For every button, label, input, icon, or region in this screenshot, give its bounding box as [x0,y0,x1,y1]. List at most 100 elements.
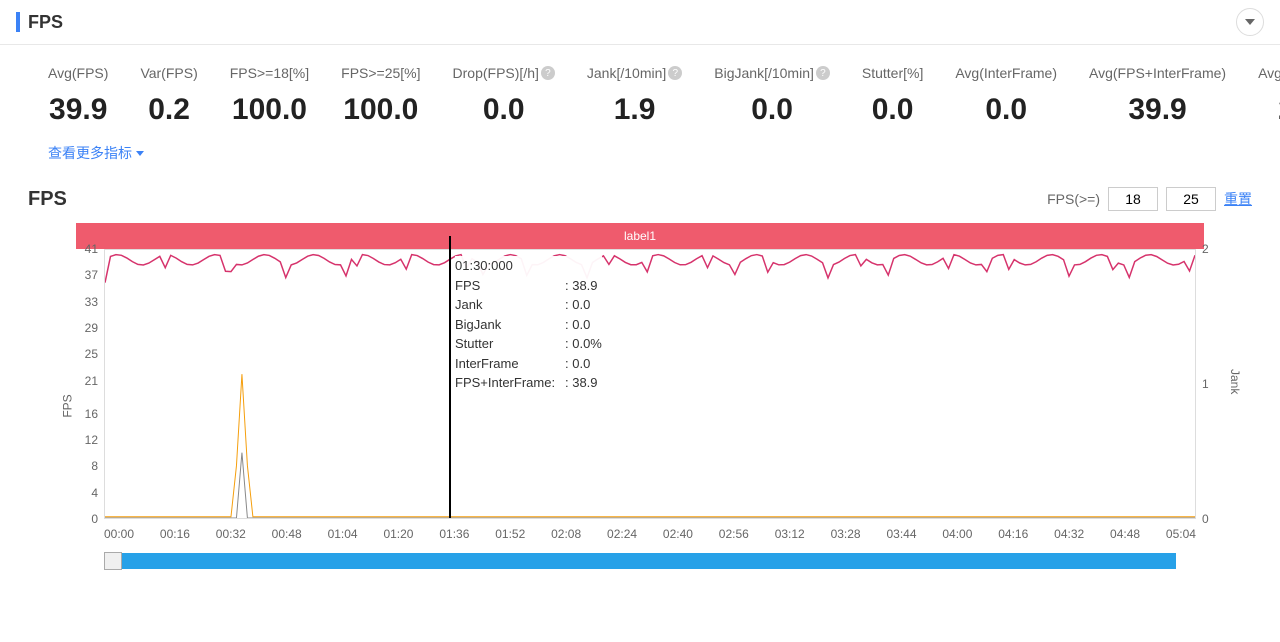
tooltip-row: FPS+InterFrame:: 38.9 [455,373,602,393]
metric-value: 0.0 [872,93,914,127]
help-icon[interactable]: ? [816,66,830,80]
metric-0: Avg(FPS) 39.9 [48,65,108,127]
x-tick: 02:40 [663,527,693,541]
metric-label: Var(FPS) [140,65,197,81]
tooltip-row: InterFrame: 0.0 [455,354,602,374]
y-tick: 41 [85,242,98,256]
chevron-down-icon [1245,19,1255,25]
scrollbar-handle[interactable] [104,552,122,570]
chart-area[interactable]: 0481216212529333741 FPS 012 Jank 01:30:0… [76,249,1224,549]
chart-cursor[interactable] [449,236,451,518]
y-label-right: Jank [1228,369,1242,394]
y-tick: 12 [85,433,98,447]
metric-label: Avg(InterFrame) [955,65,1057,81]
metric-value: 1.9 [614,93,656,127]
x-tick: 03:28 [831,527,861,541]
x-tick: 00:48 [272,527,302,541]
metric-label: BigJank[/10min] ? [714,65,830,81]
tooltip-row: Stutter: 0.0% [455,334,602,354]
accent-bar [16,12,20,32]
y-tick: 37 [85,268,98,282]
tooltip-row: Jank: 0.0 [455,295,602,315]
y-tick: 33 [85,295,98,309]
metric-label: Avg(FTime)[ms] [1258,65,1280,81]
help-icon[interactable]: ? [668,66,682,80]
metric-2: FPS>=18[%] 100.0 [230,65,309,127]
metric-label: Avg(FPS) [48,65,108,81]
collapse-button[interactable] [1236,8,1264,36]
y-tick: 0 [1202,512,1209,526]
plot[interactable]: 01:30:000 FPS: 38.9Jank: 0.0BigJank: 0.0… [104,249,1196,519]
x-tick: 00:16 [160,527,190,541]
x-tick: 03:44 [886,527,916,541]
y-axis-left: 0481216212529333741 [76,249,100,519]
x-tick: 01:04 [328,527,358,541]
metric-3: FPS>=25[%] 100.0 [341,65,420,127]
metric-value: 100.0 [343,93,418,127]
metric-value: 0.0 [751,93,793,127]
x-axis: 00:0000:1600:3200:4801:0401:2001:3601:52… [104,527,1196,541]
metric-label: FPS>=25[%] [341,65,420,81]
y-tick: 1 [1202,377,1209,391]
y-tick: 8 [91,459,98,473]
y-tick: 29 [85,321,98,335]
metric-8: Avg(InterFrame) 0.0 [955,65,1057,127]
x-tick: 03:12 [775,527,805,541]
threshold-input-1[interactable] [1108,187,1158,211]
tooltip-time: 01:30:000 [455,256,602,276]
metric-5: Jank[/10min] ? 1.9 [587,65,682,127]
chevron-down-icon [136,151,144,156]
metric-10: Avg(FTime)[ms]25.0 [1258,65,1280,127]
metric-4: Drop(FPS)[/h] ? 0.0 [453,65,555,127]
more-metrics-label: 查看更多指标 [48,143,132,163]
metric-1: Var(FPS)0.2 [140,65,197,127]
tooltip-row: BigJank: 0.0 [455,315,602,335]
metric-value: 0.0 [985,93,1027,127]
chart-scrollbar[interactable] [104,553,1176,569]
metrics-row: Avg(FPS)39.9Var(FPS)0.2FPS>=18[%]100.0FP… [0,45,1280,135]
threshold-label: FPS(>=) [1047,191,1100,207]
tooltip-row: FPS: 38.9 [455,276,602,296]
y-label-left: FPS [61,394,75,417]
x-tick: 04:32 [1054,527,1084,541]
metric-value: 0.0 [483,93,525,127]
more-metrics-link[interactable]: 查看更多指标 [0,135,1280,179]
metric-label: Avg(FPS+InterFrame) [1089,65,1226,81]
y-axis-right: 012 [1200,249,1224,519]
metric-9: Avg(FPS+InterFrame) 39.9 [1089,65,1226,127]
chart-svg [105,250,1195,518]
y-tick: 4 [91,486,98,500]
metric-6: BigJank[/10min] ? 0.0 [714,65,830,127]
chart-tooltip: 01:30:000 FPS: 38.9Jank: 0.0BigJank: 0.0… [455,256,602,393]
metric-label: FPS>=18[%] [230,65,309,81]
metric-7: Stutter[%] 0.0 [862,65,923,127]
metric-value: 100.0 [232,93,307,127]
metric-value: 39.9 [1128,93,1186,127]
y-tick: 0 [91,512,98,526]
y-tick: 16 [85,407,98,421]
x-tick: 00:00 [104,527,134,541]
metric-label: Jank[/10min] ? [587,65,682,81]
reset-link[interactable]: 重置 [1224,189,1252,209]
x-tick: 00:32 [216,527,246,541]
x-tick: 04:48 [1110,527,1140,541]
x-tick: 05:04 [1166,527,1196,541]
threshold-controls: FPS(>=) 重置 [1047,187,1252,211]
x-tick: 04:16 [998,527,1028,541]
x-tick: 01:20 [383,527,413,541]
metric-label: Stutter[%] [862,65,923,81]
page-title: FPS [28,12,1236,33]
metric-value: 39.9 [49,93,107,127]
y-tick: 2 [1202,242,1209,256]
x-tick: 02:08 [551,527,581,541]
label-bar[interactable]: label1 [76,223,1204,249]
threshold-input-2[interactable] [1166,187,1216,211]
x-tick: 02:24 [607,527,637,541]
x-tick: 01:52 [495,527,525,541]
x-tick: 02:56 [719,527,749,541]
x-tick: 04:00 [942,527,972,541]
chart-title: FPS [28,188,1047,211]
y-tick: 21 [85,374,98,388]
help-icon[interactable]: ? [541,66,555,80]
metric-label: Drop(FPS)[/h] ? [453,65,555,81]
